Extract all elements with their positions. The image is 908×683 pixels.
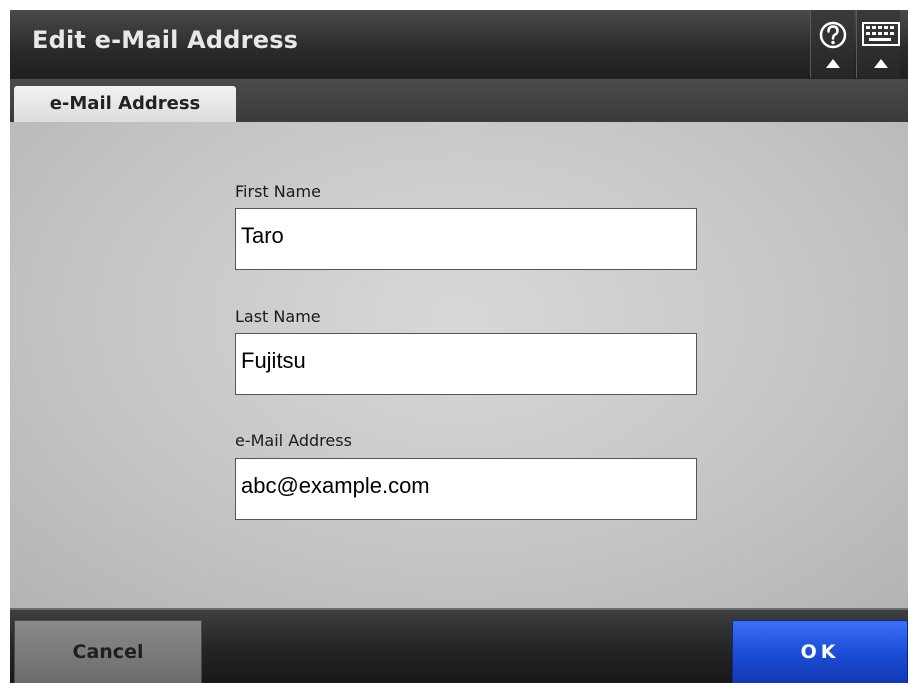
ok-button[interactable]: OK bbox=[732, 620, 908, 683]
footer-bar: Cancel OK bbox=[10, 608, 908, 683]
email-address-label: e-Mail Address bbox=[235, 431, 352, 450]
title-bar: Edit e-Mail Address bbox=[10, 10, 908, 78]
cancel-button[interactable]: Cancel bbox=[14, 620, 202, 683]
keyboard-icon bbox=[862, 22, 900, 68]
last-name-input[interactable]: Fujitsu bbox=[235, 333, 697, 395]
email-address-input[interactable]: abc@example.com bbox=[235, 458, 697, 520]
help-question-icon bbox=[819, 21, 847, 68]
first-name-label: First Name bbox=[235, 182, 321, 201]
dialog-window: Edit e-Mail Address e-Mail Address First… bbox=[10, 10, 908, 683]
first-name-input[interactable]: Taro bbox=[235, 208, 697, 270]
keyboard-button[interactable] bbox=[856, 10, 900, 78]
form-area: First Name Taro Last Name Fujitsu e-Mail… bbox=[10, 122, 908, 608]
tab-email-address[interactable]: e-Mail Address bbox=[14, 86, 236, 123]
window-title: Edit e-Mail Address bbox=[32, 26, 299, 54]
help-button[interactable] bbox=[810, 10, 854, 78]
last-name-label: Last Name bbox=[235, 307, 321, 326]
tab-strip: e-Mail Address bbox=[10, 78, 908, 123]
